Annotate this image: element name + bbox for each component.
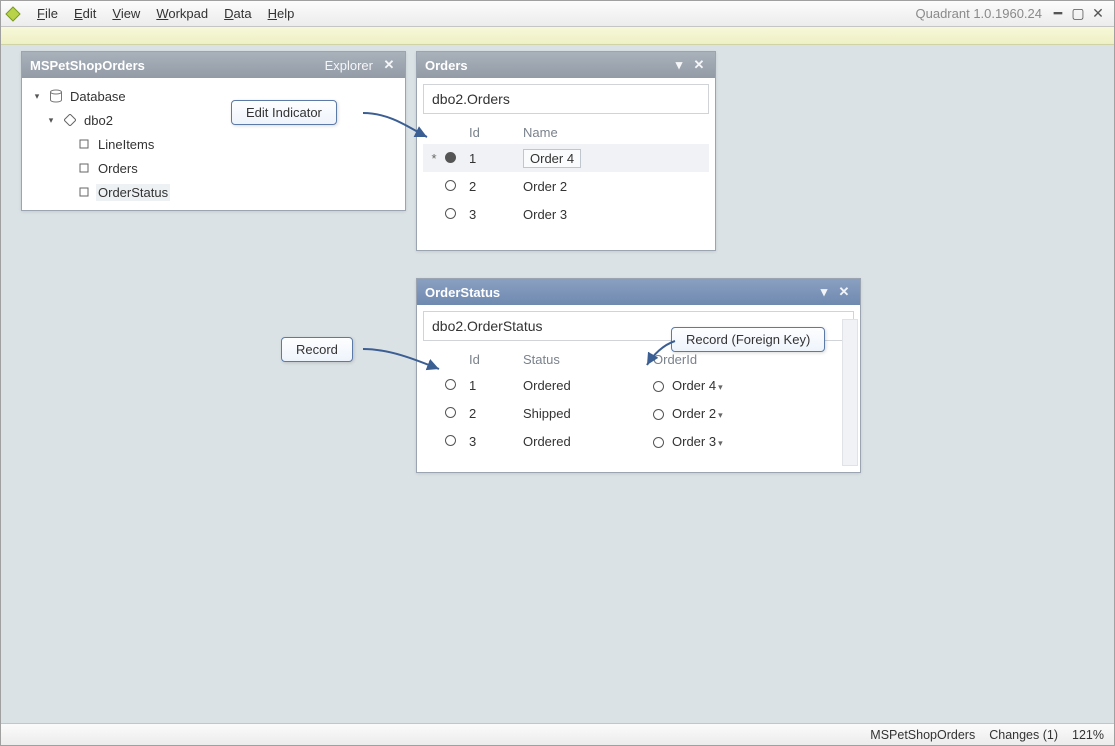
column-header-status[interactable]: Status xyxy=(523,352,653,367)
foreign-key-icon xyxy=(653,409,664,420)
database-icon xyxy=(48,88,64,104)
explorer-close-icon[interactable]: ✕ xyxy=(381,57,397,73)
cell-order-fk[interactable]: Order 4▾ xyxy=(653,378,838,393)
callout-record: Record xyxy=(281,337,353,362)
status-changes[interactable]: Changes (1) xyxy=(989,728,1058,742)
callout-edit-indicator: Edit Indicator xyxy=(231,100,337,125)
record-icon xyxy=(445,406,469,421)
menu-file[interactable]: File xyxy=(29,4,66,23)
tree-node-lineitems[interactable]: LineItems xyxy=(26,132,401,156)
menu-help[interactable]: Help xyxy=(260,4,303,23)
cell-name[interactable]: Order 3 xyxy=(523,207,709,222)
panel-menu-icon[interactable]: ▾ xyxy=(671,57,687,73)
edit-indicator-icon: * xyxy=(423,151,445,166)
close-button[interactable]: ✕ xyxy=(1090,6,1106,22)
panel-title-text: Orders xyxy=(425,58,468,73)
column-header-name[interactable]: Name xyxy=(523,125,709,140)
minimize-button[interactable]: ━ xyxy=(1050,6,1066,22)
table-row[interactable]: 3 Order 3 xyxy=(423,200,709,228)
tree-label: Orders xyxy=(96,160,140,177)
ribbon-strip xyxy=(1,27,1114,45)
record-icon xyxy=(445,151,469,166)
table-icon xyxy=(76,136,92,152)
cell-order-fk[interactable]: Order 3▾ xyxy=(653,434,838,449)
orders-grid: Id Name * 1 Order 4 2 Order 2 xyxy=(423,120,709,228)
cell-name-editing[interactable]: Order 4 xyxy=(523,149,581,168)
table-row[interactable]: 1 Ordered Order 4▾ xyxy=(423,371,838,399)
tree-node-orderstatus[interactable]: OrderStatus xyxy=(26,180,401,204)
app-icon xyxy=(5,6,21,22)
callout-record-fk: Record (Foreign Key) xyxy=(671,327,825,352)
cell-name[interactable]: Order 2 xyxy=(523,179,709,194)
cell-id[interactable]: 3 xyxy=(469,207,523,222)
cell-id[interactable]: 1 xyxy=(469,378,523,393)
orderstatus-grid: Id Status OrderId 1 Ordered Order 4▾ 2 S… xyxy=(423,347,838,455)
record-icon xyxy=(445,378,469,393)
cell-status[interactable]: Shipped xyxy=(523,406,653,421)
explorer-titlebar[interactable]: MSPetShopOrders Explorer ✕ xyxy=(22,52,405,78)
menu-edit[interactable]: Edit xyxy=(66,4,104,23)
panel-close-icon[interactable]: ✕ xyxy=(691,57,707,73)
panel-title-text: OrderStatus xyxy=(425,285,500,300)
orders-breadcrumb[interactable]: dbo2.Orders xyxy=(423,84,709,114)
tree-label: Database xyxy=(68,88,128,105)
foreign-key-icon xyxy=(653,437,664,448)
menu-workpad[interactable]: Workpad xyxy=(148,4,216,23)
table-icon xyxy=(76,184,92,200)
chevron-down-icon[interactable]: ▾ xyxy=(718,382,723,392)
tree-node-database[interactable]: ▾ Database xyxy=(26,84,401,108)
tree-label: OrderStatus xyxy=(96,184,170,201)
workspace: MSPetShopOrders Explorer ✕ ▾ Database ▾ xyxy=(1,45,1114,723)
cell-order-fk[interactable]: Order 2▾ xyxy=(653,406,838,421)
foreign-key-icon xyxy=(653,381,664,392)
status-bar: MSPetShopOrders Changes (1) 121% xyxy=(1,723,1114,745)
status-zoom[interactable]: 121% xyxy=(1072,728,1104,742)
panel-close-icon[interactable]: ✕ xyxy=(836,284,852,300)
cell-id[interactable]: 1 xyxy=(469,151,523,166)
cell-id[interactable]: 3 xyxy=(469,434,523,449)
explorer-title: MSPetShopOrders xyxy=(30,58,145,73)
table-icon xyxy=(76,160,92,176)
table-row[interactable]: * 1 Order 4 xyxy=(423,144,709,172)
table-row[interactable]: 2 Order 2 xyxy=(423,172,709,200)
explorer-subtitle: Explorer xyxy=(325,58,373,73)
orderstatus-titlebar[interactable]: OrderStatus ▾ ✕ xyxy=(417,279,860,305)
chevron-down-icon[interactable]: ▾ xyxy=(718,410,723,420)
record-icon xyxy=(445,179,469,194)
tree-label: dbo2 xyxy=(82,112,115,129)
record-icon xyxy=(445,207,469,222)
cell-id[interactable]: 2 xyxy=(469,179,523,194)
cell-status[interactable]: Ordered xyxy=(523,434,653,449)
cell-status[interactable]: Ordered xyxy=(523,378,653,393)
cell-id[interactable]: 2 xyxy=(469,406,523,421)
scrollbar[interactable] xyxy=(842,319,858,466)
column-header-id[interactable]: Id xyxy=(469,125,523,140)
schema-icon xyxy=(62,112,78,128)
menu-view[interactable]: View xyxy=(104,4,148,23)
table-row[interactable]: 2 Shipped Order 2▾ xyxy=(423,399,838,427)
maximize-button[interactable]: ▢ xyxy=(1070,6,1086,22)
tree-view: ▾ Database ▾ dbo2 LineItems xyxy=(22,78,405,210)
app-title: Quadrant 1.0.1960.24 xyxy=(916,6,1051,21)
chevron-down-icon[interactable]: ▾ xyxy=(718,438,723,448)
explorer-panel: MSPetShopOrders Explorer ✕ ▾ Database ▾ xyxy=(21,51,406,211)
panel-menu-icon[interactable]: ▾ xyxy=(816,284,832,300)
orders-titlebar[interactable]: Orders ▾ ✕ xyxy=(417,52,715,78)
tree-node-schema[interactable]: ▾ dbo2 xyxy=(26,108,401,132)
table-row[interactable]: 3 Ordered Order 3▾ xyxy=(423,427,838,455)
menu-data[interactable]: Data xyxy=(216,4,259,23)
menu-bar: File Edit View Workpad Data Help Quadran… xyxy=(1,1,1114,27)
tree-label: LineItems xyxy=(96,136,156,153)
column-header-order[interactable]: OrderId xyxy=(653,352,838,367)
tree-node-orders[interactable]: Orders xyxy=(26,156,401,180)
orderstatus-panel: OrderStatus ▾ ✕ dbo2.OrderStatus Id Stat… xyxy=(416,278,861,473)
column-header-id[interactable]: Id xyxy=(469,352,523,367)
status-project: MSPetShopOrders xyxy=(870,728,975,742)
orders-panel: Orders ▾ ✕ dbo2.Orders Id Name * 1 Order… xyxy=(416,51,716,251)
record-icon xyxy=(445,434,469,449)
